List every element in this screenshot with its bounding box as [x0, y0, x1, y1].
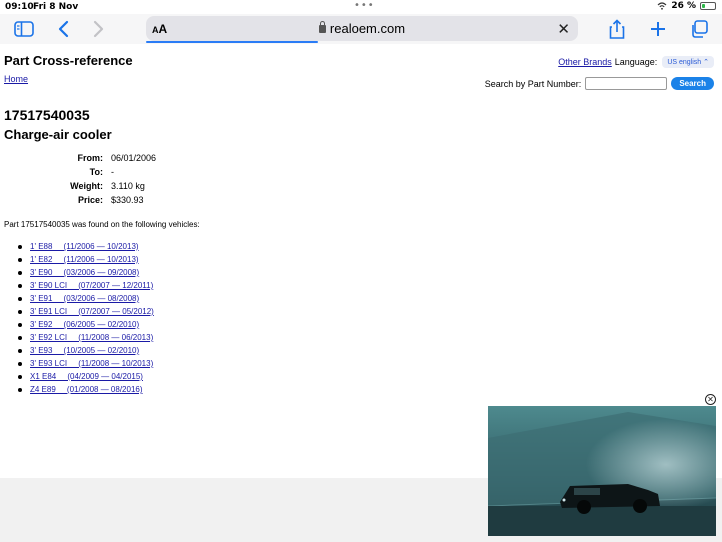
tabs-overview-icon[interactable]	[688, 17, 710, 41]
bullet-icon	[18, 270, 22, 275]
vehicle-list: 1' E88 (11/2006 — 10/2013) 1' E82 (11/20…	[18, 240, 154, 396]
list-item: Z4 E89 (01/2008 — 08/2016)	[18, 383, 154, 396]
status-right: 26 %	[657, 1, 716, 11]
back-icon[interactable]	[54, 17, 72, 41]
part-name-heading: Charge-air cooler	[4, 127, 112, 142]
list-item: 3' E92 LCI (11/2008 — 06/2013)	[18, 331, 154, 344]
list-item: 3' E90 (03/2006 — 09/2008)	[18, 266, 154, 279]
video-frame	[488, 406, 716, 536]
spec-key: Weight:	[70, 181, 103, 191]
spec-row-to: To: -	[0, 167, 156, 181]
bullet-icon	[18, 348, 22, 353]
chevron-updown-icon: ⌃	[703, 59, 709, 66]
part-search: Search by Part Number: Search	[485, 77, 714, 90]
vehicle-link[interactable]: 3' E93 LCI (11/2008 — 10/2013)	[30, 359, 153, 368]
bullet-icon	[18, 387, 22, 392]
status-bar: 09:10 Fri 8 Nov ••• 26 %	[0, 0, 722, 14]
browser-toolbar: AAAA realoem.com ✕	[0, 14, 722, 44]
search-button[interactable]: Search	[671, 77, 714, 90]
spec-value: -	[111, 167, 114, 177]
bullet-icon	[18, 283, 22, 288]
language-value: US english	[667, 59, 702, 66]
bullet-icon	[18, 244, 22, 249]
url-text: realoem.com	[329, 21, 406, 36]
spec-key: Price:	[77, 195, 103, 205]
part-specs: From: 06/01/2006 To: - Weight: 3.110 kg Pri…	[0, 153, 156, 209]
search-label: Search by Part Number:	[484, 78, 582, 89]
vehicle-link[interactable]: 3' E90 LCI (07/2007 — 12/2011)	[30, 281, 153, 290]
vehicle-link[interactable]: X1 E84 (04/2009 — 04/2015)	[30, 372, 143, 381]
part-number-heading: 17517540035	[4, 107, 90, 123]
vehicle-link[interactable]: 1' E82 (11/2006 — 10/2013)	[30, 255, 139, 264]
found-on-text: Part 17517540035 was found on the follow…	[4, 220, 200, 229]
bullet-icon	[18, 335, 22, 340]
bullet-icon	[18, 296, 22, 301]
safari-window: 09:10 Fri 8 Nov ••• 26 % AAAA realoem.co…	[0, 0, 722, 542]
stop-loading-icon[interactable]: ✕	[557, 20, 570, 38]
video-ad-player[interactable]	[488, 406, 716, 536]
share-icon[interactable]	[606, 17, 628, 41]
url-display[interactable]: realoem.com	[146, 21, 578, 36]
multitask-dots-icon[interactable]: •••	[354, 0, 375, 11]
close-video-icon[interactable]: ✕	[705, 394, 716, 405]
spec-row-weight: Weight: 3.110 kg	[0, 181, 156, 195]
page-load-progress	[146, 41, 318, 43]
forward-icon[interactable]	[90, 17, 108, 41]
vehicle-link[interactable]: Z4 E89 (01/2008 — 08/2016)	[30, 385, 143, 394]
list-item: X1 E84 (04/2009 — 04/2015)	[18, 370, 154, 383]
page-title: Part Cross-reference	[4, 53, 133, 68]
bullet-icon	[18, 257, 22, 262]
list-item: 3' E91 LCI (07/2007 — 05/2012)	[18, 305, 154, 318]
list-item: 3' E90 LCI (07/2007 — 12/2011)	[18, 279, 154, 292]
list-item: 3' E93 (10/2005 — 02/2010)	[18, 344, 154, 357]
vehicle-link[interactable]: 3' E92 (06/2005 — 02/2010)	[30, 320, 139, 329]
battery-icon	[700, 2, 716, 10]
bullet-icon	[18, 322, 22, 327]
brand-language-bar: Other Brands Language: US english ⌃	[558, 56, 714, 68]
home-link[interactable]: Home	[4, 74, 28, 84]
spec-value: $330.93	[111, 195, 144, 205]
spec-value: 06/01/2006	[111, 153, 157, 163]
part-number-input[interactable]	[585, 77, 668, 90]
vehicle-link[interactable]: 3' E91 LCI (07/2007 — 05/2012)	[30, 307, 154, 316]
language-select[interactable]: US english ⌃	[662, 56, 714, 68]
language-label: Language:	[614, 57, 658, 67]
list-item: 3' E92 (06/2005 — 02/2010)	[18, 318, 154, 331]
lock-icon	[318, 21, 326, 33]
list-item: 3' E93 LCI (11/2008 — 10/2013)	[18, 357, 154, 370]
spec-key: To:	[89, 167, 103, 177]
spec-value: 3.110 kg	[111, 181, 145, 191]
new-tab-icon[interactable]	[647, 17, 669, 41]
battery-level	[702, 4, 706, 8]
spec-row-price: Price: $330.93	[0, 195, 156, 209]
spec-key: From:	[77, 153, 104, 163]
vehicle-link[interactable]: 3' E92 LCI (11/2008 — 06/2013)	[30, 333, 153, 342]
spec-row-from: From: 06/01/2006	[0, 153, 157, 167]
battery-percent: 26 %	[671, 1, 696, 11]
status-time: 09:10	[5, 2, 34, 12]
bullet-icon	[18, 361, 22, 366]
vehicle-link[interactable]: 3' E90 (03/2006 — 09/2008)	[30, 268, 139, 277]
wifi-icon	[657, 2, 667, 10]
bullet-icon	[18, 374, 22, 379]
address-bar[interactable]: AAAA realoem.com ✕	[146, 16, 578, 43]
other-brands-link[interactable]: Other Brands	[558, 57, 612, 67]
bullet-icon	[18, 309, 22, 314]
vehicle-link[interactable]: 3' E91 (03/2006 — 08/2008)	[30, 294, 139, 303]
list-item: 1' E82 (11/2006 — 10/2013)	[18, 253, 154, 266]
status-date: Fri 8 Nov	[33, 2, 79, 12]
list-item: 1' E88 (11/2006 — 10/2013)	[18, 240, 154, 253]
vehicle-link[interactable]: 3' E93 (10/2005 — 02/2010)	[30, 346, 139, 355]
list-item: 3' E91 (03/2006 — 08/2008)	[18, 292, 154, 305]
vehicle-link[interactable]: 1' E88 (11/2006 — 10/2013)	[30, 242, 139, 251]
sidebar-icon[interactable]	[13, 17, 35, 41]
